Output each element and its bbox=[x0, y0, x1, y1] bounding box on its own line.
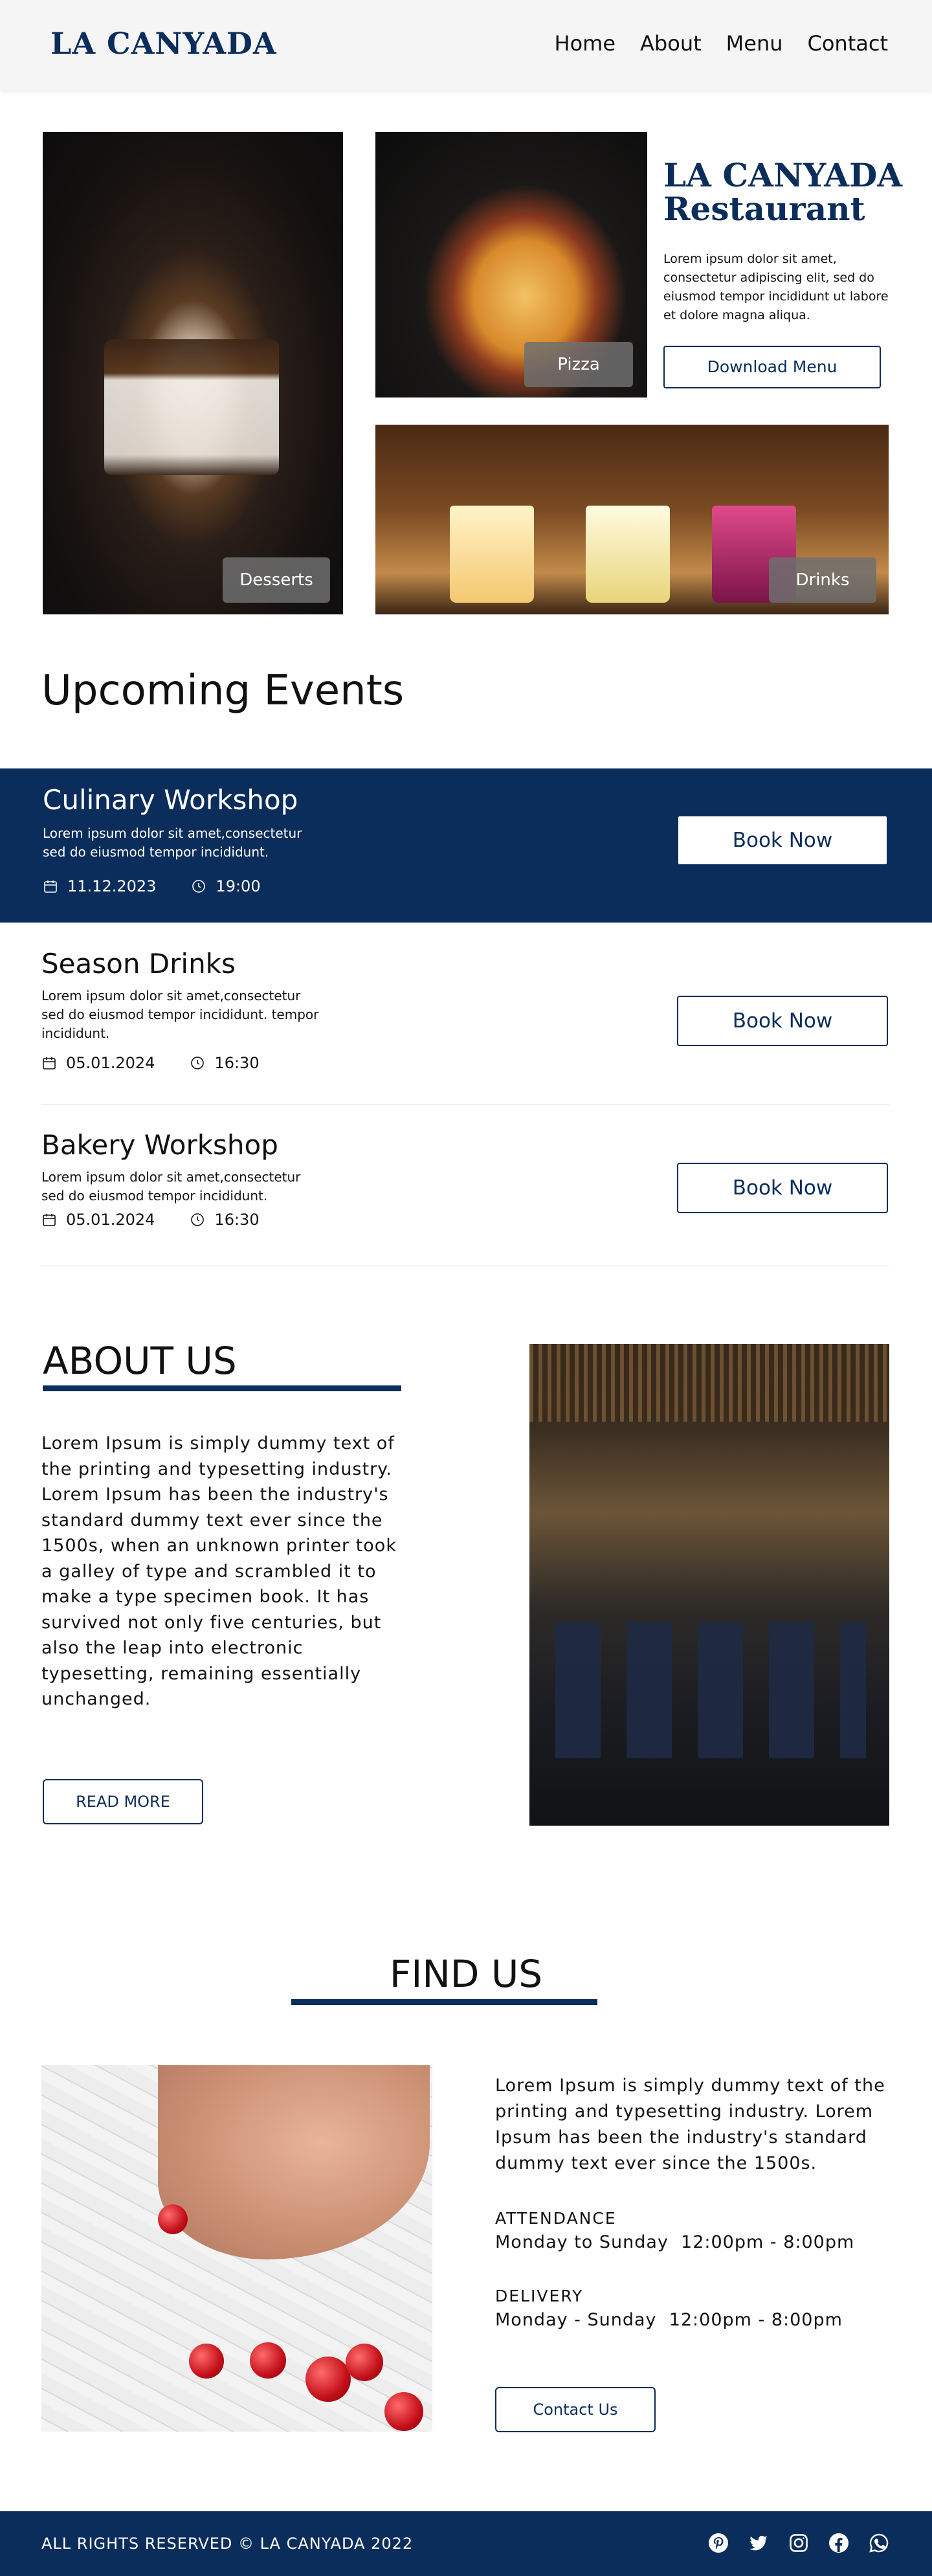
download-menu-button[interactable]: Download Menu bbox=[663, 346, 881, 388]
hand-shape bbox=[158, 2065, 430, 2259]
calendar-icon bbox=[44, 880, 57, 893]
event-meta: 05.01.2024 16:30 bbox=[41, 1054, 260, 1072]
twitter-icon[interactable] bbox=[748, 2533, 769, 2553]
event-item-culinary-workshop: Culinary Workshop Lorem ipsum dolor sit … bbox=[0, 768, 932, 923]
nav-contact[interactable]: Contact bbox=[808, 31, 889, 56]
map-pin-photo bbox=[41, 2065, 432, 2432]
event-time: 19:00 bbox=[216, 877, 261, 895]
clock-icon bbox=[191, 1213, 205, 1226]
dessert-photo bbox=[43, 132, 343, 614]
event-description: Lorem ipsum dolor sit amet,consectetur s… bbox=[41, 1169, 301, 1204]
attendance-hours: Monday to Sunday 12:00pm - 8:00pm bbox=[495, 2232, 855, 2252]
event-title: Culinary Workshop bbox=[43, 784, 298, 816]
calendar-icon bbox=[43, 1214, 56, 1226]
event-date: 05.01.2024 bbox=[66, 1054, 155, 1072]
event-description: Lorem ipsum dolor sit amet,consectetur s… bbox=[41, 988, 319, 1041]
pizza-chip[interactable]: Pizza bbox=[524, 342, 633, 387]
copyright-text: ALL RIGHTS RESERVED © LA CANYADA 2022 bbox=[41, 2535, 414, 2553]
site-footer: ALL RIGHTS RESERVED © LA CANYADA 2022 bbox=[0, 2511, 932, 2576]
main-nav: Home About Menu Contact bbox=[555, 31, 888, 56]
whatsapp-icon[interactable] bbox=[869, 2533, 889, 2553]
book-now-button[interactable]: Book Now bbox=[677, 815, 888, 866]
about-title: ABOUT US bbox=[43, 1339, 237, 1383]
clock-icon bbox=[191, 1057, 205, 1070]
event-description: Lorem ipsum dolor sit amet,consectetur s… bbox=[43, 825, 302, 860]
clock-icon bbox=[192, 880, 206, 893]
event-date: 05.01.2024 bbox=[66, 1211, 155, 1229]
nav-home[interactable]: Home bbox=[555, 31, 616, 56]
restaurant-intro: Lorem ipsum dolor sit amet, consectetur … bbox=[663, 252, 889, 322]
event-title: Bakery Workshop bbox=[41, 1129, 278, 1161]
delivery-label: DELIVERY bbox=[495, 2287, 584, 2305]
pinterest-icon[interactable] bbox=[708, 2533, 729, 2553]
pin-shape bbox=[346, 2344, 383, 2381]
glass-shape bbox=[586, 506, 670, 603]
calendar-icon bbox=[43, 1057, 56, 1070]
attendance-label: ATTENDANCE bbox=[495, 2209, 617, 2228]
pin-shape bbox=[384, 2392, 423, 2431]
event-time: 16:30 bbox=[214, 1054, 260, 1072]
desserts-chip[interactable]: Desserts bbox=[223, 557, 330, 603]
book-now-button[interactable]: Book Now bbox=[677, 1163, 888, 1213]
find-us-text: Lorem Ipsum is simply dummy text of the … bbox=[495, 2076, 885, 2173]
site-header: LA CANYADA Home About Menu Contact bbox=[0, 0, 932, 91]
event-title: Season Drinks bbox=[41, 948, 236, 980]
event-meta: 05.01.2024 16:30 bbox=[41, 1211, 260, 1229]
find-us-underline bbox=[291, 1999, 597, 2005]
event-meta: 11.12.2023 19:00 bbox=[43, 877, 261, 895]
glass-shape bbox=[450, 506, 534, 603]
events-heading: Upcoming Events bbox=[41, 667, 405, 715]
nav-about[interactable]: About bbox=[640, 31, 702, 56]
logo[interactable]: LA CANYADA bbox=[50, 26, 277, 61]
event-item-bakery-workshop: Bakery Workshop Lorem ipsum dolor sit am… bbox=[0, 1126, 932, 1265]
about-text: Lorem Ipsum is simply dummy text of the … bbox=[41, 1433, 397, 1709]
restaurant-title: LA CANYADA Restaurant bbox=[663, 156, 903, 228]
pin-shape bbox=[158, 2204, 188, 2234]
social-links bbox=[708, 2533, 889, 2553]
event-item-season-drinks: Season Drinks Lorem ipsum dolor sit amet… bbox=[0, 945, 932, 1104]
read-more-button[interactable]: READ MORE bbox=[43, 1779, 203, 1824]
book-now-button[interactable]: Book Now bbox=[677, 996, 888, 1046]
restaurant-interior-photo bbox=[529, 1344, 889, 1826]
drinks-chip[interactable]: Drinks bbox=[769, 557, 876, 603]
pin-shape bbox=[250, 2342, 286, 2379]
find-us-title: FIND US bbox=[389, 1952, 543, 1996]
pin-shape bbox=[305, 2357, 351, 2402]
event-date: 11.12.2023 bbox=[67, 877, 157, 895]
instagram-icon[interactable] bbox=[788, 2533, 809, 2553]
event-time: 16:30 bbox=[214, 1211, 260, 1229]
about-underline bbox=[43, 1385, 401, 1391]
facebook-icon[interactable] bbox=[828, 2533, 849, 2553]
nav-menu[interactable]: Menu bbox=[726, 31, 783, 56]
delivery-hours: Monday - Sunday 12:00pm - 8:00pm bbox=[495, 2310, 843, 2330]
contact-us-button[interactable]: Contact Us bbox=[495, 2387, 656, 2432]
pin-shape bbox=[189, 2344, 224, 2379]
